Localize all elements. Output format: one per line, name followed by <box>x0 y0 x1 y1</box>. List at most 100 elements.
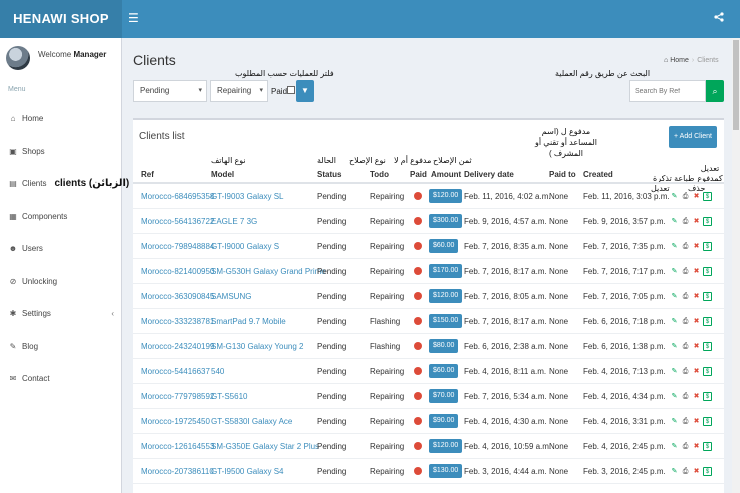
breadcrumb-home[interactable]: Home <box>670 57 689 64</box>
money-icon[interactable]: $ <box>703 317 712 327</box>
search-input[interactable] <box>629 80 706 102</box>
model-link[interactable]: GT-I9000 Galaxy S <box>211 234 279 259</box>
money-icon[interactable]: $ <box>703 267 712 277</box>
ref-link[interactable]: Morocco-333238781 <box>141 309 214 334</box>
col-model[interactable]: Model <box>211 170 234 179</box>
model-link[interactable]: 540 <box>211 359 224 384</box>
money-icon[interactable]: $ <box>703 442 712 452</box>
delete-icon[interactable]: ✖ <box>692 242 701 251</box>
model-link[interactable]: SM-G530H Galaxy Grand Prime <box>211 259 326 284</box>
delete-icon[interactable]: ✖ <box>692 292 701 301</box>
delete-icon[interactable]: ✖ <box>692 342 701 351</box>
ref-link[interactable]: Morocco-54416637 <box>141 359 210 384</box>
print-icon[interactable]: ⎙ <box>681 392 690 401</box>
ref-link[interactable]: Morocco-126164553 <box>141 434 214 459</box>
filter-button[interactable]: ▼ <box>296 80 314 102</box>
edit-icon[interactable]: ✎ <box>670 342 679 351</box>
edit-icon[interactable]: ✎ <box>670 192 679 201</box>
col-ref[interactable]: Ref <box>141 170 154 179</box>
edit-icon[interactable]: ✎ <box>670 317 679 326</box>
sidebar-item-shops[interactable]: ▣ Shops <box>0 137 122 170</box>
sidebar-item-home[interactable]: ⌂ Home <box>0 104 122 137</box>
edit-icon[interactable]: ✎ <box>670 392 679 401</box>
ref-link[interactable]: Morocco-564136722 <box>141 209 214 234</box>
model-link[interactable]: SM-G130 Galaxy Young 2 <box>211 334 304 359</box>
money-icon[interactable]: $ <box>703 392 712 402</box>
print-icon[interactable]: ⎙ <box>681 292 690 301</box>
model-link[interactable]: GT-I9003 Galaxy SL <box>211 184 283 209</box>
print-icon[interactable]: ⎙ <box>681 217 690 226</box>
edit-icon[interactable]: ✎ <box>670 442 679 451</box>
sidebar-item-unlocking[interactable]: ⊘ Unlocking <box>0 267 122 300</box>
edit-icon[interactable]: ✎ <box>670 267 679 276</box>
col-paid[interactable]: Paid <box>410 170 427 179</box>
model-link[interactable]: GT-S5830I Galaxy Ace <box>211 409 292 434</box>
money-icon[interactable]: $ <box>703 417 712 427</box>
col-delivery[interactable]: Delivery date <box>464 170 514 179</box>
delete-icon[interactable]: ✖ <box>692 267 701 276</box>
edit-icon[interactable]: ✎ <box>670 367 679 376</box>
money-icon[interactable]: $ <box>703 367 712 377</box>
menu-toggle-icon[interactable]: ☰ <box>128 10 140 26</box>
col-paid-to[interactable]: Paid to <box>549 170 576 179</box>
col-amount[interactable]: Amount <box>431 170 461 179</box>
print-icon[interactable]: ⎙ <box>681 317 690 326</box>
search-button[interactable]: ⌕ <box>706 80 724 102</box>
scrollbar-thumb[interactable] <box>733 40 739 130</box>
status-filter-select[interactable]: Pending ▾ <box>133 80 207 102</box>
print-icon[interactable]: ⎙ <box>681 242 690 251</box>
model-link[interactable]: EAGLE 7 3G <box>211 209 257 234</box>
col-todo[interactable]: Todo <box>370 170 389 179</box>
edit-icon[interactable]: ✎ <box>670 417 679 426</box>
ref-link[interactable]: Morocco-363090845 <box>141 284 214 309</box>
ref-link[interactable]: Morocco-207386110 <box>141 459 214 484</box>
delete-icon[interactable]: ✖ <box>692 442 701 451</box>
add-client-button[interactable]: + Add Client <box>669 126 717 148</box>
print-icon[interactable]: ⎙ <box>681 342 690 351</box>
sidebar-item-components[interactable]: ▦ Components <box>0 202 122 235</box>
delete-icon[interactable]: ✖ <box>692 392 701 401</box>
sidebar-item-clients[interactable]: ▤ Clients clients (الزبائن) <box>0 169 129 202</box>
sidebar-item-contact[interactable]: ✉ Contact <box>0 364 122 397</box>
money-icon[interactable]: $ <box>703 242 712 252</box>
sidebar-item-settings[interactable]: ✱ Settings ‹ <box>0 299 122 332</box>
ref-link[interactable]: Morocco-684695358 <box>141 184 214 209</box>
sidebar-item-users[interactable]: ☻ Users <box>0 234 122 267</box>
money-icon[interactable]: $ <box>703 192 712 202</box>
paid-filter-checkbox[interactable] <box>287 86 295 94</box>
ref-link[interactable]: Morocco-821400950 <box>141 259 214 284</box>
edit-icon[interactable]: ✎ <box>670 292 679 301</box>
money-icon[interactable]: $ <box>703 342 712 352</box>
col-created[interactable]: Created <box>583 170 613 179</box>
todo-filter-select[interactable]: Repairing ▾ <box>210 80 268 102</box>
sidebar-item-blog[interactable]: ✎ Blog <box>0 332 122 365</box>
model-link[interactable]: SM-G350E Galaxy Star 2 Plus <box>211 434 319 459</box>
delete-icon[interactable]: ✖ <box>692 467 701 476</box>
ref-link[interactable]: Morocco-798948884 <box>141 234 214 259</box>
money-icon[interactable]: $ <box>703 292 712 302</box>
print-icon[interactable]: ⎙ <box>681 467 690 476</box>
print-icon[interactable]: ⎙ <box>681 442 690 451</box>
scrollbar[interactable] <box>732 38 740 493</box>
col-status[interactable]: Status <box>317 170 341 179</box>
print-icon[interactable]: ⎙ <box>681 367 690 376</box>
brand-logo[interactable]: HENAWI SHOP <box>0 0 122 38</box>
edit-icon[interactable]: ✎ <box>670 217 679 226</box>
money-icon[interactable]: $ <box>703 467 712 477</box>
model-link[interactable]: GT-S5610 <box>211 384 247 409</box>
model-link[interactable]: SAMSUNG <box>211 284 251 309</box>
ref-link[interactable]: Morocco-243240199 <box>141 334 214 359</box>
edit-icon[interactable]: ✎ <box>670 242 679 251</box>
edit-icon[interactable]: ✎ <box>670 467 679 476</box>
delete-icon[interactable]: ✖ <box>692 317 701 326</box>
print-icon[interactable]: ⎙ <box>681 192 690 201</box>
model-link[interactable]: GT-I9500 Galaxy S4 <box>211 459 283 484</box>
ref-link[interactable]: Morocco-19725450 <box>141 409 210 434</box>
model-link[interactable]: SmartPad 9.7 Mobile <box>211 309 286 334</box>
ref-link[interactable]: Morocco-779798592 <box>141 384 214 409</box>
delete-icon[interactable]: ✖ <box>692 192 701 201</box>
print-icon[interactable]: ⎙ <box>681 417 690 426</box>
delete-icon[interactable]: ✖ <box>692 417 701 426</box>
delete-icon[interactable]: ✖ <box>692 367 701 376</box>
money-icon[interactable]: $ <box>703 217 712 227</box>
